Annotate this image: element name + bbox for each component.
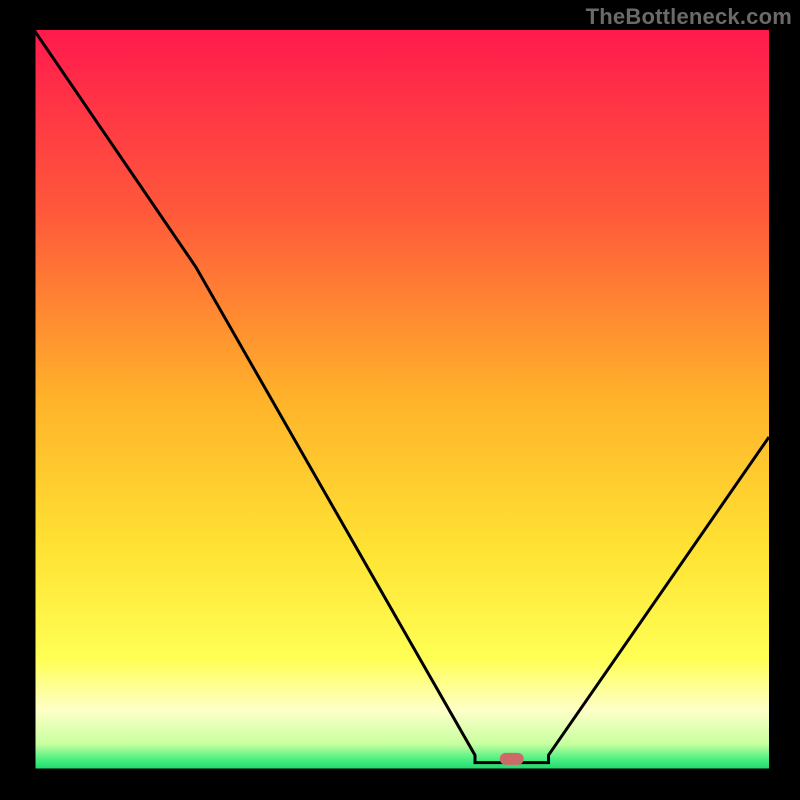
optimal-marker bbox=[500, 753, 524, 765]
plot-background bbox=[34, 30, 769, 770]
bottleneck-chart bbox=[0, 0, 800, 800]
watermark-text: TheBottleneck.com bbox=[586, 4, 792, 30]
chart-container: TheBottleneck.com bbox=[0, 0, 800, 800]
